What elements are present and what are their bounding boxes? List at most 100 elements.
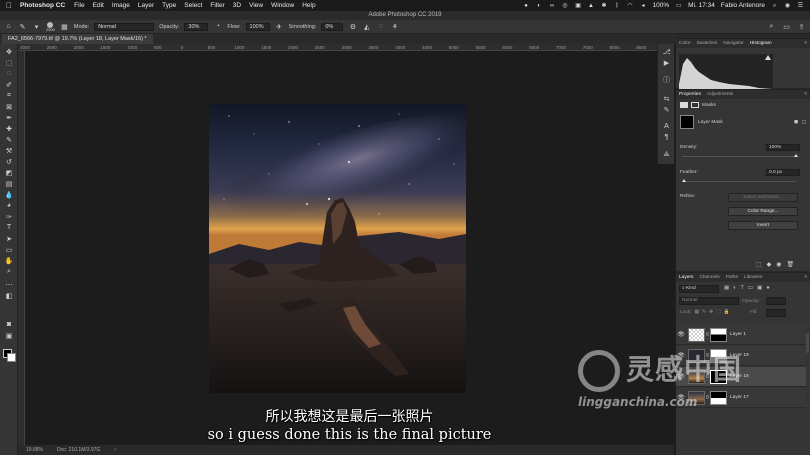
lock-all-icon[interactable]: 🔒 <box>724 310 730 315</box>
lasso-tool-icon[interactable]: ◌ <box>4 69 14 78</box>
eraser-tool-icon[interactable]: ◩ <box>4 168 14 177</box>
status-icon-2[interactable]: ◐ <box>536 3 543 9</box>
tab-layers[interactable]: Layers <box>679 275 693 280</box>
history-panel-icon[interactable]: ⎇ <box>662 47 671 56</box>
type-tool-icon[interactable]: T <box>4 223 14 232</box>
marquee-tool-icon[interactable]: ⬚ <box>4 58 14 67</box>
screen-mode-icon[interactable]: ▣ <box>4 331 14 340</box>
tab-paths[interactable]: Paths <box>726 275 738 280</box>
menu-edit[interactable]: Edit <box>93 2 104 9</box>
dodge-tool-icon[interactable]: ◕ <box>4 201 14 210</box>
default-colors-icon[interactable]: ◧ <box>4 291 14 300</box>
zoom-level[interactable]: 19.68% <box>26 445 43 455</box>
adjustments-panel-icon[interactable]: ⇆ <box>662 94 671 103</box>
tab-properties[interactable]: Properties <box>679 92 701 97</box>
menu-3d[interactable]: 3D <box>233 2 241 9</box>
tab-libraries[interactable]: Libraries <box>744 275 762 280</box>
status-icon-1[interactable]: ● <box>523 3 530 9</box>
gear-icon[interactable]: ⚙ <box>348 22 357 31</box>
layers-scrollbar[interactable] <box>806 333 809 353</box>
layer-mask-thumbnail[interactable] <box>710 327 727 342</box>
color-range-button[interactable]: Color Range... <box>728 207 798 216</box>
move-tool-icon[interactable]: ✥ <box>4 47 14 56</box>
quick-mask-icon[interactable]: ◙ <box>4 320 14 329</box>
menu-image[interactable]: Image <box>112 2 130 9</box>
opacity-input[interactable]: 30% <box>184 22 209 31</box>
mode-select[interactable]: Normal <box>94 22 155 31</box>
paragraph-panel-icon[interactable]: ¶ <box>662 133 671 142</box>
vector-mask-icon[interactable] <box>691 102 699 108</box>
panel-menu-icon[interactable]: ≡ <box>804 92 807 97</box>
brush-settings-panel-icon[interactable]: ✎ <box>662 105 671 114</box>
tab-navigator[interactable]: Navigator <box>723 41 744 46</box>
clock[interactable]: Mi. 17:34 <box>688 2 715 9</box>
pressure-opacity-icon[interactable]: ◔ <box>213 22 222 31</box>
delete-mask-icon[interactable]: 🗑 <box>787 261 795 268</box>
layer-kind-filter[interactable]: ⌕ Kind <box>679 285 719 293</box>
pressure-size-icon[interactable]: ◌ <box>376 22 385 31</box>
lock-artboard-icon[interactable]: ⬚ <box>716 310 721 315</box>
visibility-eye-icon[interactable]: 👁 <box>676 352 686 359</box>
feather-slider[interactable] <box>682 179 796 182</box>
smoothing-input[interactable]: 0% <box>321 22 344 31</box>
info-panel-icon[interactable]: ⓘ <box>662 75 671 84</box>
history-brush-icon[interactable]: ↺ <box>4 157 14 166</box>
filter-smart-icon[interactable]: ▣ <box>757 285 762 291</box>
tab-channels[interactable]: Channels <box>699 275 719 280</box>
fill-input[interactable] <box>766 309 786 317</box>
panel-menu-icon[interactable]: ≡ <box>804 41 807 46</box>
tab-color[interactable]: Color <box>679 41 690 46</box>
brush-preset-picker[interactable]: 2000 <box>46 21 55 32</box>
layer-name[interactable]: Layer 18 <box>730 374 749 379</box>
user-name[interactable]: Fabio Antenore <box>721 2 765 9</box>
layer-name[interactable]: Layer 17 <box>730 395 749 400</box>
angle-icon[interactable]: ◭ <box>362 22 371 31</box>
creative-cloud-icon[interactable]: ∞ <box>549 3 556 9</box>
menu-filter[interactable]: Filter <box>210 2 224 9</box>
density-slider[interactable] <box>682 154 798 157</box>
workspace-icon[interactable]: ▭ <box>782 22 791 31</box>
menu-app-name[interactable]: Photoshop CC <box>20 2 65 9</box>
density-input[interactable]: 100% <box>766 144 800 151</box>
blur-tool-icon[interactable]: 💧 <box>4 190 14 199</box>
crop-tool-icon[interactable]: ⌗ <box>4 91 14 100</box>
symmetry-icon[interactable]: ⚘ <box>390 22 399 31</box>
tab-swatches[interactable]: Swatches <box>696 41 717 46</box>
layer-mask-thumbnail[interactable] <box>710 348 727 363</box>
more-tools-icon[interactable]: ⋯ <box>4 280 14 289</box>
layer-mask-thumbnail[interactable] <box>710 369 727 384</box>
density-slider-knob[interactable] <box>794 154 798 157</box>
chevron-down-icon[interactable]: ▾ <box>32 22 41 31</box>
feather-slider-knob[interactable] <box>682 179 686 182</box>
add-vector-mask-icon[interactable]: ◻ <box>802 120 806 125</box>
brush-settings-icon[interactable]: ▦ <box>60 22 69 31</box>
document-tab[interactable]: FA2_6566-7979.tif @ 19.7% (Layer 18, Lay… <box>2 34 153 44</box>
horizontal-ruler[interactable]: 3000 2500 2000 1500 1000 500 0 500 1000 1500 2000 2… <box>18 44 674 51</box>
tool-presets-icon[interactable]: ⟁ <box>662 150 671 159</box>
flow-input[interactable]: 100% <box>245 22 270 31</box>
search-icon[interactable]: ⌕ <box>767 22 776 31</box>
filter-pixel-icon[interactable]: ▦ <box>724 285 729 291</box>
frame-tool-icon[interactable]: ⊠ <box>4 102 14 111</box>
cache-warning-icon[interactable] <box>765 55 771 60</box>
quick-select-tool-icon[interactable]: ✐ <box>4 80 14 89</box>
battery-icon[interactable]: ▭ <box>675 3 682 9</box>
clone-stamp-icon[interactable]: ⚒ <box>4 146 14 155</box>
apply-mask-icon[interactable]: ◆ <box>767 261 772 268</box>
siri-icon[interactable]: ◉ <box>784 3 791 9</box>
panel-menu-icon[interactable]: ≡ <box>804 275 807 280</box>
airbrush-icon[interactable]: ✈ <box>275 22 284 31</box>
filter-adjustment-icon[interactable]: ◐ <box>733 285 736 291</box>
home-icon[interactable]: ⌂ <box>4 22 13 31</box>
layer-name[interactable]: Layer 19 <box>730 353 749 358</box>
status-menu-arrow-icon[interactable]: › <box>114 445 116 455</box>
status-icon-5[interactable]: ▲ <box>588 3 595 9</box>
zoom-tool-icon[interactable]: ⌕ <box>4 267 14 276</box>
tab-histogram[interactable]: Histogram <box>750 41 772 46</box>
notification-center-icon[interactable]: ☰ <box>797 3 804 9</box>
select-and-mask-button[interactable]: Select and Mask... <box>728 193 798 202</box>
status-icon-3[interactable]: ◎ <box>562 3 569 9</box>
layer-row[interactable]: 👁 8 Layer 19 <box>676 346 806 366</box>
filter-type-icon[interactable]: T <box>741 285 744 291</box>
healing-brush-icon[interactable]: ✚ <box>4 124 14 133</box>
